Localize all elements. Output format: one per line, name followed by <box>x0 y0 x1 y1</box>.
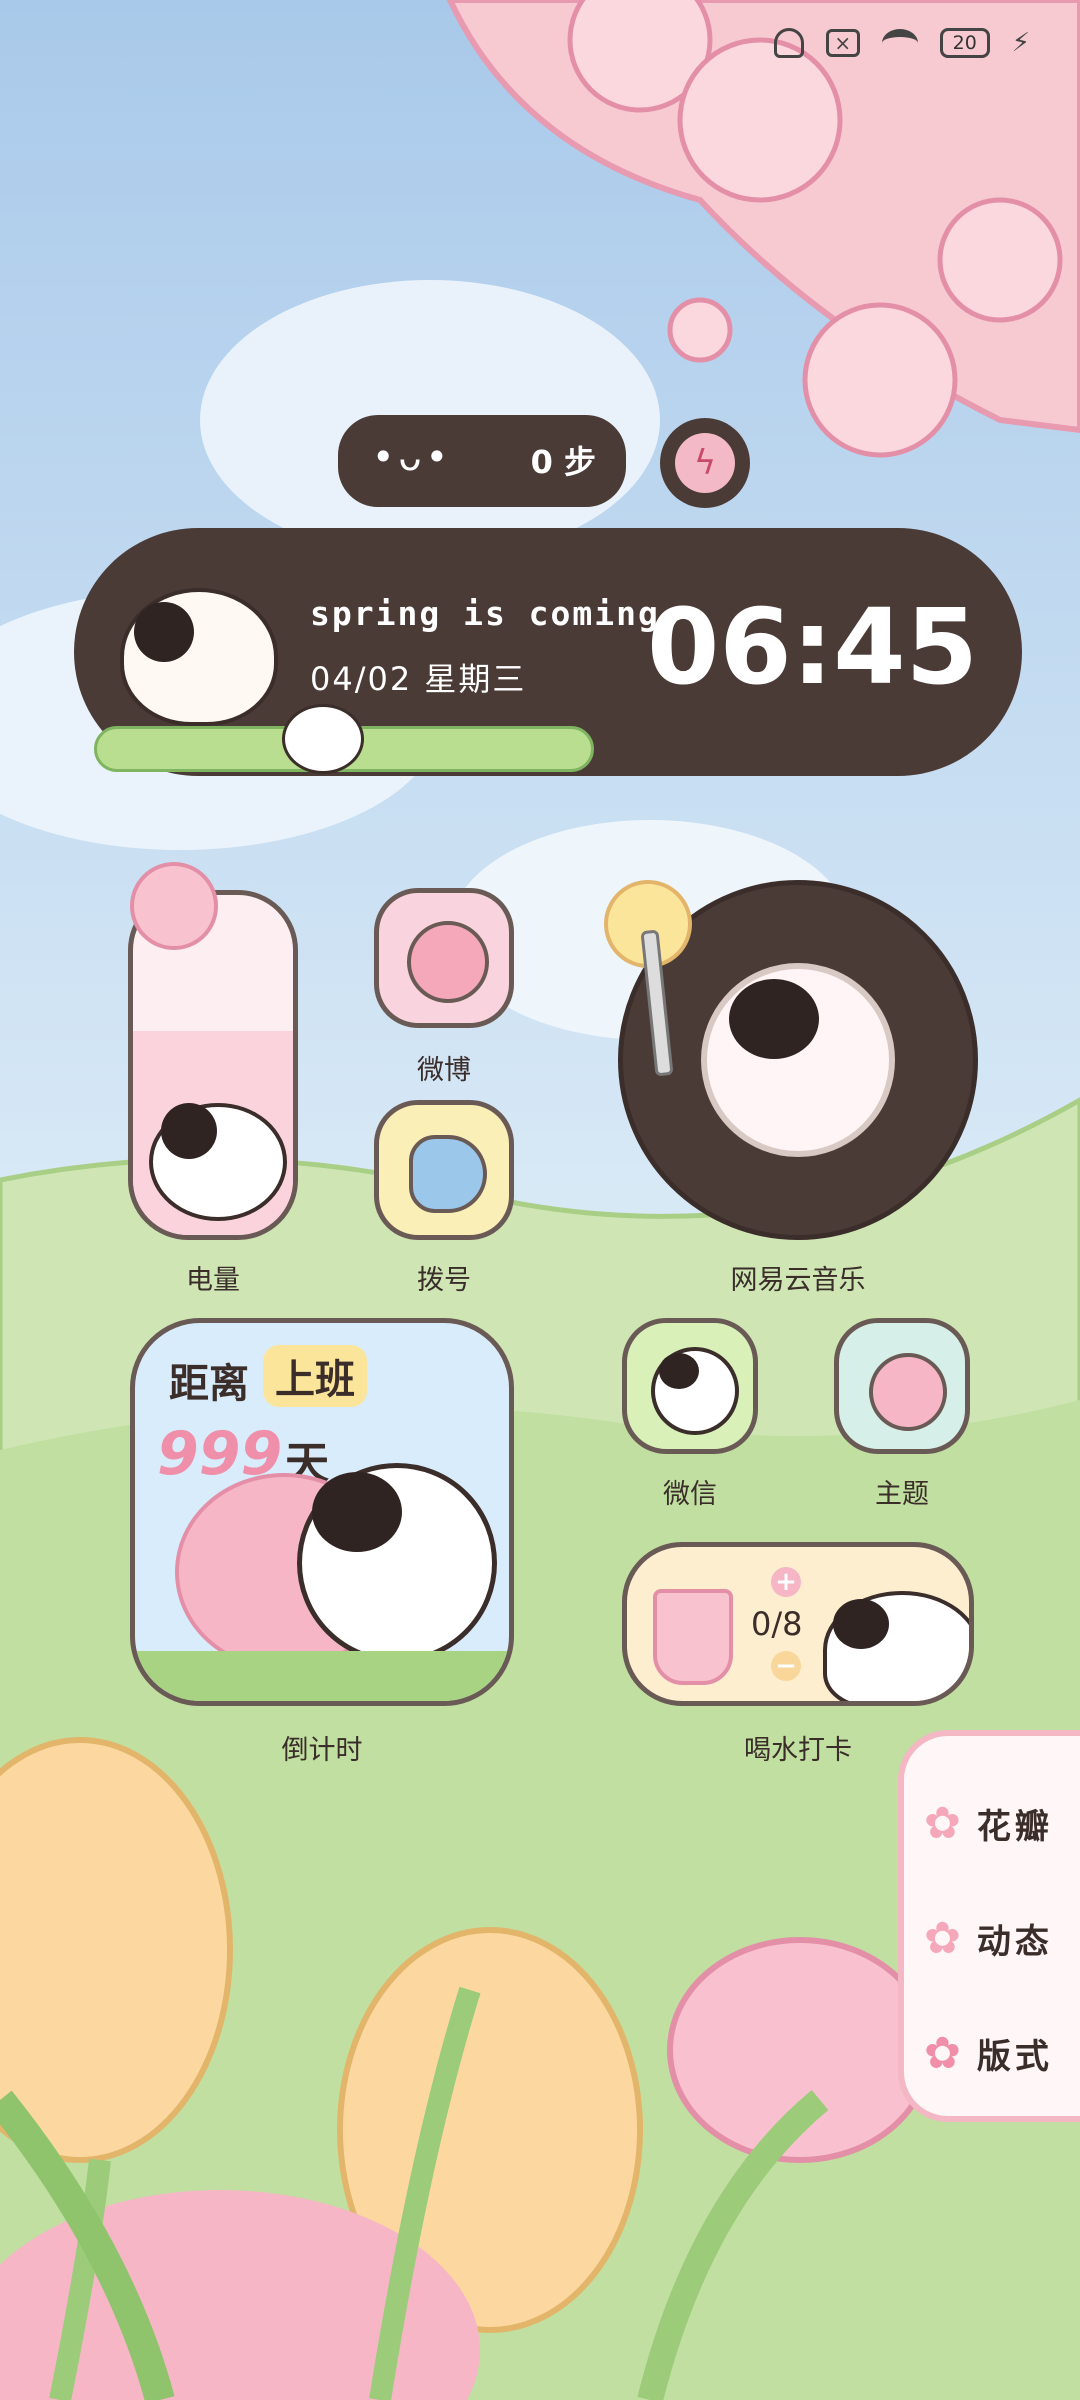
small-bunny-icon <box>282 704 364 774</box>
countdown-prefix: 距离 <box>169 1361 249 1407</box>
countdown-target: 上班 <box>263 1345 367 1407</box>
app-label-theme: 主题 <box>875 1479 929 1510</box>
status-bar: × 20 ⚡ <box>773 28 1030 58</box>
kaomoji-face: •ᴗ• <box>372 435 453 479</box>
flower-icon: ✿ <box>924 1913 961 1964</box>
app-label-wechat: 微信 <box>663 1479 717 1510</box>
dialer-app-icon[interactable] <box>374 1100 514 1240</box>
flower-icon: ✿ <box>924 2028 961 2079</box>
x-box-icon: × <box>825 29 860 57</box>
weibo-app-icon[interactable] <box>374 888 514 1028</box>
clock-tagline: spring is coming <box>310 594 660 633</box>
charging-bolt-icon: ⚡ <box>1011 28 1030 58</box>
music-disc-icon <box>701 963 895 1157</box>
app-label-weibo: 微博 <box>417 1055 471 1086</box>
theme-app-icon[interactable] <box>834 1318 970 1454</box>
app-label-music: 网易云音乐 <box>730 1265 866 1296</box>
grass-strip <box>135 1651 509 1701</box>
countdown-widget[interactable]: 距离 上班 999 天 <box>130 1318 514 1706</box>
charging-bolt-icon: ϟ <box>675 433 735 493</box>
app-label-battery: 电量 <box>186 1265 240 1296</box>
clock-widget[interactable]: spring is coming 04/02 星期三 06:45 <box>74 528 1022 776</box>
wifi-icon <box>881 29 918 57</box>
app-label-dialer: 拨号 <box>417 1265 471 1296</box>
water-cup-icon <box>653 1589 733 1685</box>
steps-widget[interactable]: •ᴗ• 0 步 <box>338 415 626 507</box>
flower-icon <box>130 862 218 950</box>
water-widget[interactable]: + 0/8 − <box>622 1542 974 1706</box>
water-count: 0/8 <box>751 1605 803 1643</box>
app-label-countdown: 倒计时 <box>281 1735 363 1766</box>
water-plus-button[interactable]: + <box>771 1567 801 1597</box>
weibo-icon <box>407 921 489 1003</box>
power-widget-button[interactable]: ϟ <box>660 418 750 508</box>
clock-date: 04/02 星期三 <box>310 660 527 698</box>
phone-icon <box>409 1135 487 1213</box>
step-count: 0 步 <box>530 443 596 481</box>
battery-icon: 20 <box>939 28 990 58</box>
side-item-label: 花瓣 <box>976 1807 1053 1847</box>
hamster-mascot-icon <box>823 1591 969 1701</box>
side-panel: ✿ 花瓣 ✿ 动态 ✿ 版式 <box>898 1730 1080 2122</box>
bell-off-icon <box>773 28 804 58</box>
side-item-dynamic[interactable]: ✿ 动态 <box>924 1881 1080 1996</box>
hamster-mascot-icon <box>120 588 278 726</box>
side-item-label: 版式 <box>976 2037 1053 2077</box>
side-item-label: 动态 <box>976 1922 1053 1962</box>
clock-time: 06:45 <box>646 586 978 708</box>
wechat-app-icon[interactable] <box>622 1318 758 1454</box>
side-item-layout[interactable]: ✿ 版式 <box>924 1996 1080 2111</box>
water-minus-button[interactable]: − <box>771 1651 801 1681</box>
theme-icon <box>869 1353 947 1431</box>
flower-icon: ✿ <box>924 1798 961 1849</box>
wechat-icon <box>651 1347 739 1435</box>
side-item-petal[interactable]: ✿ 花瓣 <box>924 1766 1080 1881</box>
hamster-mascot-icon <box>149 1103 287 1221</box>
hamster-mascot-icon <box>297 1463 497 1663</box>
